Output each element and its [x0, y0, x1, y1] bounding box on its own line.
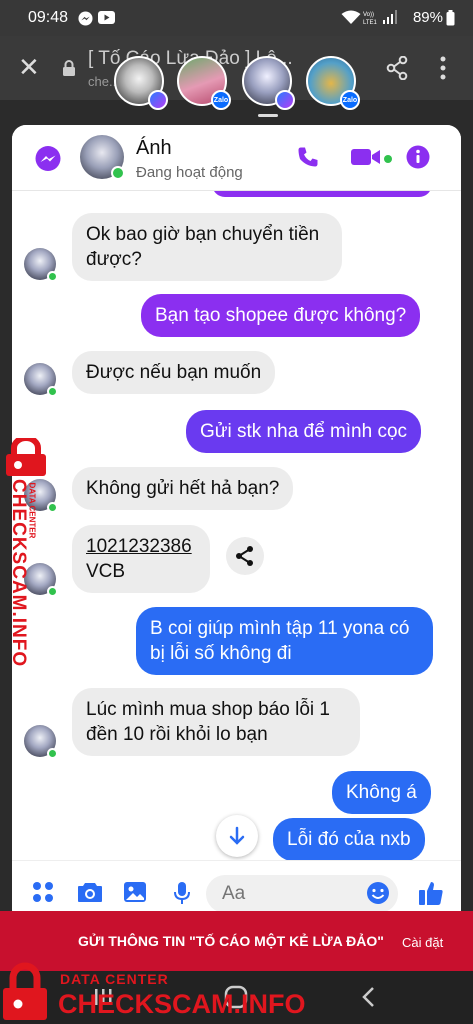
browser-toolbar: ✕ [ Tố Cáo Lừa Đảo ] Lê... che...in [0, 36, 473, 100]
zalo-badge-label: Zalo [213, 96, 229, 104]
phone-call-icon[interactable] [296, 145, 320, 169]
svg-text:LTE1: LTE1 [363, 20, 378, 26]
gallery-icon[interactable] [123, 881, 147, 903]
banner-settings-link[interactable]: Cài đặt [402, 935, 443, 950]
message-bubble-outgoing: Không á [332, 771, 431, 814]
messenger-badge-icon [275, 90, 295, 110]
thumbs-up-icon[interactable] [418, 880, 444, 906]
share-message-button[interactable] [226, 537, 264, 575]
close-icon[interactable]: ✕ [18, 54, 40, 80]
svg-text:Vo)): Vo)) [363, 12, 374, 18]
wifi-icon [341, 10, 361, 24]
chat-header: Ánh Đang hoạt động [12, 125, 461, 191]
status-time: 09:48 [28, 9, 69, 26]
arrow-down-icon [229, 826, 245, 845]
scroll-to-bottom-button[interactable] [216, 815, 258, 857]
online-indicator [111, 166, 125, 180]
messenger-badge-icon [148, 90, 168, 110]
lte-icon: Vo)) LTE1 [363, 12, 378, 26]
message-bubble-incoming: Lúc mình mua shop báo lỗi 1 đền 10 rồi k… [72, 688, 360, 756]
share-nodes-icon [236, 546, 253, 566]
bank-name: VCB [86, 561, 126, 582]
camera-icon[interactable] [77, 881, 103, 903]
battery-level: 89% [412, 9, 443, 26]
messenger-notification-icon [78, 11, 93, 26]
message-list: Ok bao giờ bạn chuyển tiền được? Bạn tạo… [12, 191, 461, 860]
zalo-badge-icon: Zalo [340, 90, 360, 110]
messenger-chat-panel: Ánh Đang hoạt động Ok bao giờ bạn chuyển… [12, 125, 461, 923]
contact-status: Đang hoạt động [136, 164, 243, 181]
watermark-top-line: DATA CENTER [60, 971, 169, 987]
watermark-brand: CHECKSCAM.INFO [58, 989, 306, 1019]
emoji-icon[interactable] [366, 881, 390, 905]
message-bubble-outgoing: Lỗi đó của nxb [273, 818, 425, 860]
back-icon[interactable] [360, 985, 376, 1009]
online-dot [47, 271, 58, 282]
online-dot [47, 386, 58, 397]
message-bubble-clipped [212, 191, 432, 197]
more-menu-icon[interactable] [440, 56, 446, 80]
zalo-badge-label: Zalo [342, 96, 358, 104]
message-bubble-incoming: Ok bao giờ bạn chuyển tiền được? [72, 213, 342, 281]
banner-text: GỬI THÔNG TIN "TỐ CÁO MỘT KẺ LỪA ĐẢO" [78, 933, 384, 949]
watermark-vertical: CHECKSCAM.INFO DATA CENTER [0, 438, 52, 668]
watermark-sub-vertical: DATA CENTER [27, 482, 37, 539]
padlock-logo-icon [3, 962, 47, 1020]
signal-icon [383, 10, 397, 24]
account-number[interactable]: 1021232386 [86, 534, 196, 559]
message-bubble-account: 1021232386 VCB [72, 525, 210, 593]
video-active-dot [384, 155, 392, 163]
share-icon[interactable] [386, 56, 408, 80]
info-icon[interactable] [406, 145, 430, 169]
menu-grid-icon[interactable] [32, 881, 54, 903]
message-bubble-outgoing: B coi giúp mình tập 11 yona có bị lỗi số… [136, 607, 433, 675]
battery-icon [446, 10, 455, 26]
watermark-bottom: DATA CENTER CHECKSCAM.INFO [0, 962, 306, 1024]
status-bar: 09:48 Vo)) LTE1 89% [0, 0, 473, 36]
video-call-icon[interactable] [350, 147, 382, 167]
youtube-notification-icon [98, 11, 115, 24]
zalo-badge-icon: Zalo [211, 90, 231, 110]
message-bubble-outgoing: Gửi stk nha để mình cọc [186, 410, 422, 453]
online-dot [47, 748, 58, 759]
contact-name[interactable]: Ánh [136, 137, 172, 160]
message-bubble-incoming: Không gửi hết hả bạn? [72, 467, 294, 510]
message-bubble-outgoing: Bạn tạo shopee được không? [141, 294, 421, 337]
messenger-logo-icon[interactable] [34, 145, 62, 173]
watermark-brand-vertical: CHECKSCAM.INFO [8, 479, 29, 668]
microphone-icon[interactable] [173, 881, 191, 905]
padlock-logo-icon [6, 438, 46, 476]
message-bubble-incoming: Được nếu bạn muốn [72, 351, 276, 394]
lock-icon [63, 60, 75, 76]
active-head-indicator [258, 114, 278, 117]
